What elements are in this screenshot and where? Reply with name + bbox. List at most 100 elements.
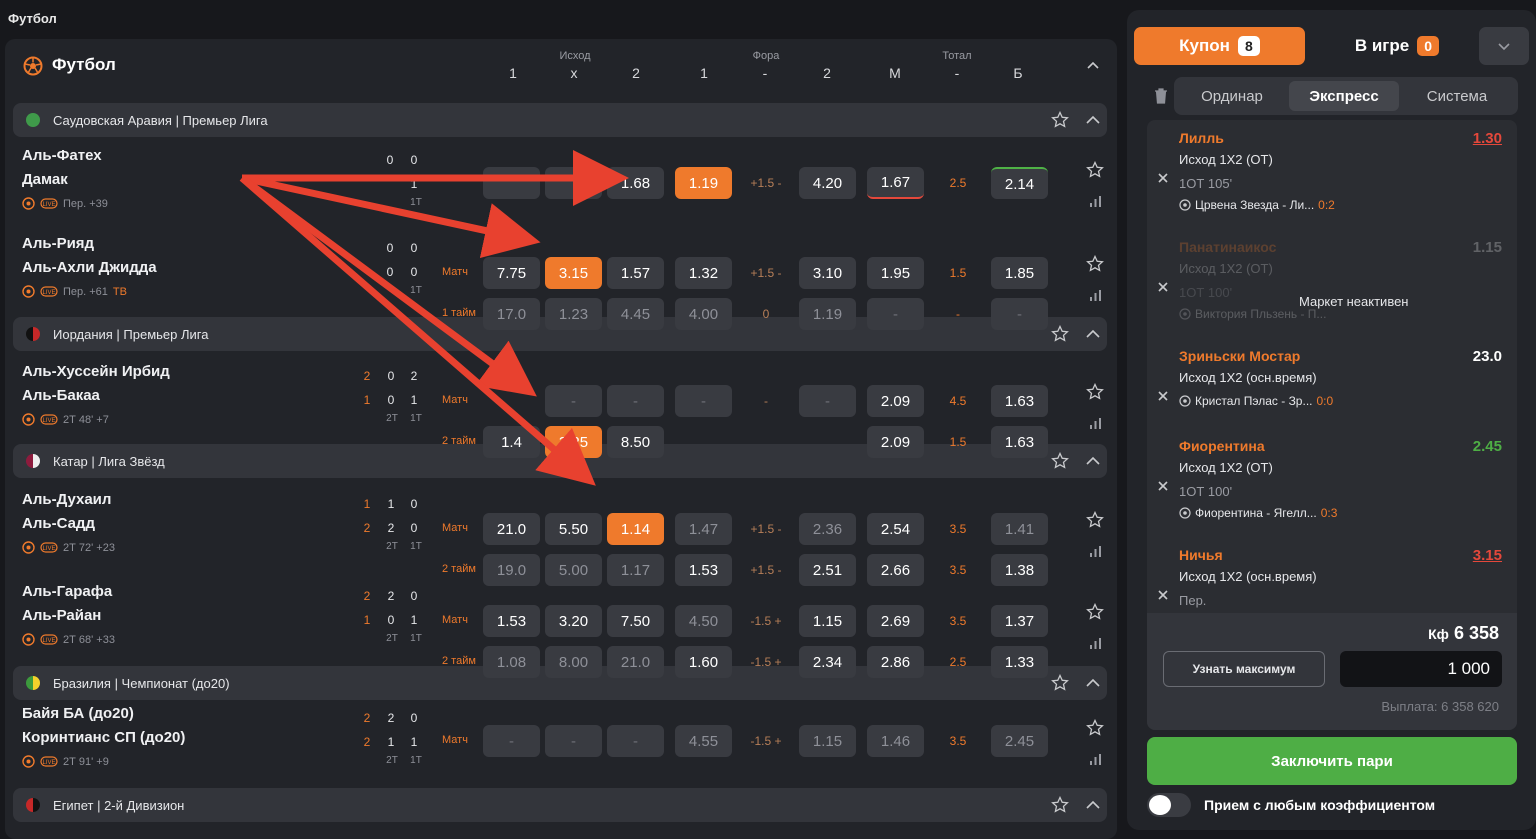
odds-button[interactable]: 1.14 — [607, 513, 664, 545]
stats-icon[interactable] — [1089, 417, 1102, 430]
favorite-star-icon[interactable] — [1086, 383, 1104, 401]
find-max-button[interactable]: Узнать максимум — [1163, 651, 1325, 687]
favorite-star-icon[interactable] — [1051, 325, 1069, 343]
odds-button[interactable]: 2.69 — [867, 605, 924, 637]
odds-button[interactable]: 1.08 — [483, 646, 540, 678]
collapse-chevron-icon[interactable] — [1086, 798, 1100, 812]
close-icon[interactable] — [1157, 172, 1169, 184]
odds-button[interactable]: 4.50 — [675, 605, 732, 637]
tab-system[interactable]: Система — [1402, 81, 1512, 111]
odds-button[interactable]: 1.60 — [675, 646, 732, 678]
odds-button[interactable]: 2.86 — [867, 646, 924, 678]
collapse-chevron-icon[interactable] — [1086, 327, 1100, 341]
favorite-star-icon[interactable] — [1086, 255, 1104, 273]
odds-button[interactable]: 3.15 — [545, 257, 602, 289]
odds-button[interactable]: - — [675, 385, 732, 417]
tab-coupon[interactable]: Купон 8 — [1134, 27, 1305, 65]
collapse-chevron-icon[interactable] — [1086, 113, 1100, 127]
odds-button[interactable]: 4.00 — [675, 298, 732, 330]
odds-button[interactable]: 1.19 — [675, 167, 732, 199]
favorite-star-icon[interactable] — [1051, 452, 1069, 470]
collapse-chevron-icon[interactable] — [1087, 60, 1099, 72]
odds-button[interactable]: - — [867, 298, 924, 330]
team-home[interactable]: Аль-Гарафа — [22, 583, 112, 600]
odds-button[interactable]: 1.95 — [867, 257, 924, 289]
favorite-star-icon[interactable] — [1051, 796, 1069, 814]
odds-button[interactable]: 7.75 — [483, 257, 540, 289]
odds-button[interactable]: 1.46 — [867, 725, 924, 757]
odds-button[interactable]: 3.25 — [545, 426, 602, 458]
tab-live[interactable]: В игре 0 — [1317, 27, 1477, 65]
team-away[interactable]: Аль-Садд — [22, 515, 95, 532]
odds-button[interactable]: 1.15 — [799, 725, 856, 757]
stake-input[interactable]: 1 000 — [1340, 651, 1502, 687]
stats-icon[interactable] — [1089, 289, 1102, 302]
odds-button[interactable]: 1.15 — [799, 605, 856, 637]
odds-button[interactable]: 1.23 — [545, 298, 602, 330]
team-away[interactable]: Аль-Ахли Джидда — [22, 259, 157, 276]
any-odds-toggle[interactable] — [1147, 793, 1191, 817]
odds-button[interactable]: 4.55 — [675, 725, 732, 757]
league-header[interactable]: Египет | 2-й Дивизион — [13, 788, 1107, 822]
trash-icon[interactable] — [1154, 88, 1168, 104]
odds-button[interactable]: 2.54 — [867, 513, 924, 545]
odds-button[interactable]: - — [483, 725, 540, 757]
close-icon[interactable] — [1157, 390, 1169, 402]
collapse-chevron-icon[interactable] — [1086, 676, 1100, 690]
odds-button[interactable]: 1.53 — [483, 605, 540, 637]
odds-button[interactable]: 21.0 — [483, 513, 540, 545]
odds-button[interactable]: - — [991, 298, 1048, 330]
tab-express[interactable]: Экспресс — [1289, 81, 1399, 111]
coupon-dropdown[interactable] — [1479, 27, 1529, 65]
team-home[interactable]: Байя БА (до20) — [22, 705, 134, 722]
odds-button[interactable] — [545, 167, 602, 199]
odds-button[interactable]: - — [607, 725, 664, 757]
place-bet-button[interactable]: Заключить пари — [1147, 737, 1517, 785]
odds-button[interactable]: 17.0 — [483, 298, 540, 330]
favorite-star-icon[interactable] — [1086, 603, 1104, 621]
favorite-star-icon[interactable] — [1086, 719, 1104, 737]
collapse-chevron-icon[interactable] — [1086, 454, 1100, 468]
odds-button[interactable]: 2.09 — [867, 385, 924, 417]
team-away[interactable]: Аль-Райан — [22, 607, 101, 624]
favorite-star-icon[interactable] — [1086, 161, 1104, 179]
odds-button[interactable]: 2.09 — [867, 426, 924, 458]
odds-button[interactable]: 4.20 — [799, 167, 856, 199]
odds-button[interactable]: 4.45 — [607, 298, 664, 330]
tab-single[interactable]: Ординар — [1178, 81, 1286, 111]
close-icon[interactable] — [1157, 281, 1169, 293]
odds-button[interactable]: 1.63 — [991, 385, 1048, 417]
stats-icon[interactable] — [1089, 545, 1102, 558]
odds-button[interactable]: 2.34 — [799, 646, 856, 678]
favorite-star-icon[interactable] — [1051, 674, 1069, 692]
league-header[interactable]: Саудовская Аравия | Премьер Лига — [13, 103, 1107, 137]
team-away[interactable]: Коринтианс СП (до20) — [22, 729, 185, 746]
close-icon[interactable] — [1157, 480, 1169, 492]
odds-button[interactable]: 1.33 — [991, 646, 1048, 678]
stats-icon[interactable] — [1089, 637, 1102, 650]
odds-button[interactable]: 1.4 — [483, 426, 540, 458]
odds-button[interactable]: 5.50 — [545, 513, 602, 545]
stats-icon[interactable] — [1089, 195, 1102, 208]
team-home[interactable]: Аль-Рияд — [22, 235, 94, 252]
odds-button[interactable]: 1.67 — [867, 167, 924, 199]
odds-button[interactable]: 3.10 — [799, 257, 856, 289]
odds-button[interactable]: 8.00 — [545, 646, 602, 678]
odds-button[interactable]: 1.57 — [607, 257, 664, 289]
favorite-star-icon[interactable] — [1051, 111, 1069, 129]
odds-button[interactable]: 1.41 — [991, 513, 1048, 545]
team-home[interactable]: Аль-Духаил — [22, 491, 111, 508]
odds-button[interactable]: - — [545, 725, 602, 757]
odds-button[interactable]: 21.0 — [607, 646, 664, 678]
odds-button[interactable]: 1.37 — [991, 605, 1048, 637]
odds-button[interactable]: 2.14 — [991, 167, 1048, 199]
team-home[interactable]: Аль-Хуссейн Ирбид — [22, 363, 170, 380]
team-away[interactable]: Аль-Бакаа — [22, 387, 100, 404]
odds-button[interactable]: - — [799, 385, 856, 417]
odds-button[interactable]: - — [545, 385, 602, 417]
odds-button[interactable] — [483, 167, 540, 199]
odds-button[interactable]: 1.32 — [675, 257, 732, 289]
team-away[interactable]: Дамак — [22, 171, 68, 188]
odds-button[interactable]: 1.47 — [675, 513, 732, 545]
odds-button[interactable]: 7.50 — [607, 605, 664, 637]
